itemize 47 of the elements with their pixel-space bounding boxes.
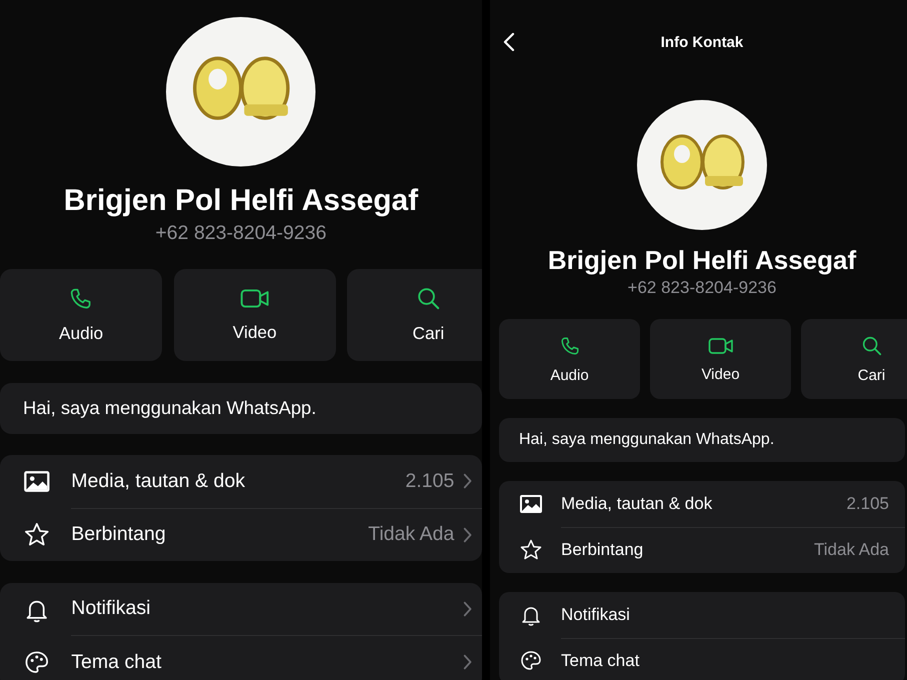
search-button[interactable]: Cari bbox=[347, 269, 482, 362]
row-value: 2.105 bbox=[846, 494, 889, 514]
theme-label: Tema chat bbox=[71, 650, 162, 674]
row-value: Tidak Ada bbox=[368, 523, 454, 546]
phone-number: +62 823-8204-9236 bbox=[626, 278, 778, 298]
starred-row[interactable]: Berbintang Tidak Ada bbox=[499, 527, 905, 573]
star-icon bbox=[519, 538, 543, 562]
media-label: Media, tautan & dok bbox=[71, 470, 246, 493]
about-text: Hai, saya menggunakan WhatsApp. bbox=[519, 431, 774, 449]
video-button[interactable]: Video bbox=[174, 269, 336, 362]
contact-name: Brigjen Pol Helfi Assegaf bbox=[546, 244, 858, 276]
about-text: Hai, saya menggunakan WhatsApp. bbox=[23, 397, 316, 420]
audio-button[interactable]: Audio bbox=[0, 269, 162, 362]
row-value: Tidak Ada bbox=[814, 540, 889, 560]
notifications-row[interactable]: Notifikasi bbox=[499, 592, 905, 638]
phone-number: +62 823-8204-9236 bbox=[154, 222, 328, 245]
video-button[interactable]: Video bbox=[650, 319, 791, 399]
star-icon bbox=[23, 520, 51, 548]
search-icon bbox=[416, 286, 441, 312]
video-icon bbox=[708, 336, 734, 356]
theme-row[interactable]: Tema chat bbox=[0, 636, 482, 680]
media-row[interactable]: Media, tautan & dok 2.105 bbox=[0, 455, 482, 508]
video-icon bbox=[240, 287, 270, 310]
search-icon bbox=[860, 334, 882, 356]
row-value: 2.105 bbox=[405, 470, 454, 493]
theme-row[interactable]: Tema chat bbox=[499, 638, 905, 680]
notifications-label: Notifikasi bbox=[71, 597, 152, 620]
chevron-icon bbox=[463, 473, 473, 490]
notifications-row[interactable]: Notifikasi bbox=[0, 582, 482, 636]
image-icon bbox=[23, 470, 51, 494]
search-button[interactable]: Cari bbox=[801, 319, 907, 399]
starred-label: Berbintang bbox=[71, 523, 167, 546]
audio-button[interactable]: Audio bbox=[499, 319, 640, 399]
image-icon bbox=[519, 494, 543, 514]
media-label: Media, tautan & dok bbox=[561, 494, 714, 514]
chevron-icon bbox=[463, 654, 473, 670]
starred-row[interactable]: Berbintang Tidak Ada bbox=[0, 508, 482, 562]
chevron-icon bbox=[463, 600, 473, 617]
back-icon[interactable] bbox=[503, 32, 515, 52]
starred-label: Berbintang bbox=[561, 540, 644, 560]
phone-icon bbox=[558, 334, 580, 356]
notifications-label: Notifikasi bbox=[561, 604, 631, 624]
theme-label: Tema chat bbox=[561, 651, 640, 671]
contact-name: Brigjen Pol Helfi Assegaf bbox=[62, 182, 420, 219]
header-title: Info Kontak bbox=[660, 33, 744, 51]
chevron-icon bbox=[463, 526, 473, 543]
media-row[interactable]: Media, tautan & dok 2.105 bbox=[499, 481, 905, 527]
